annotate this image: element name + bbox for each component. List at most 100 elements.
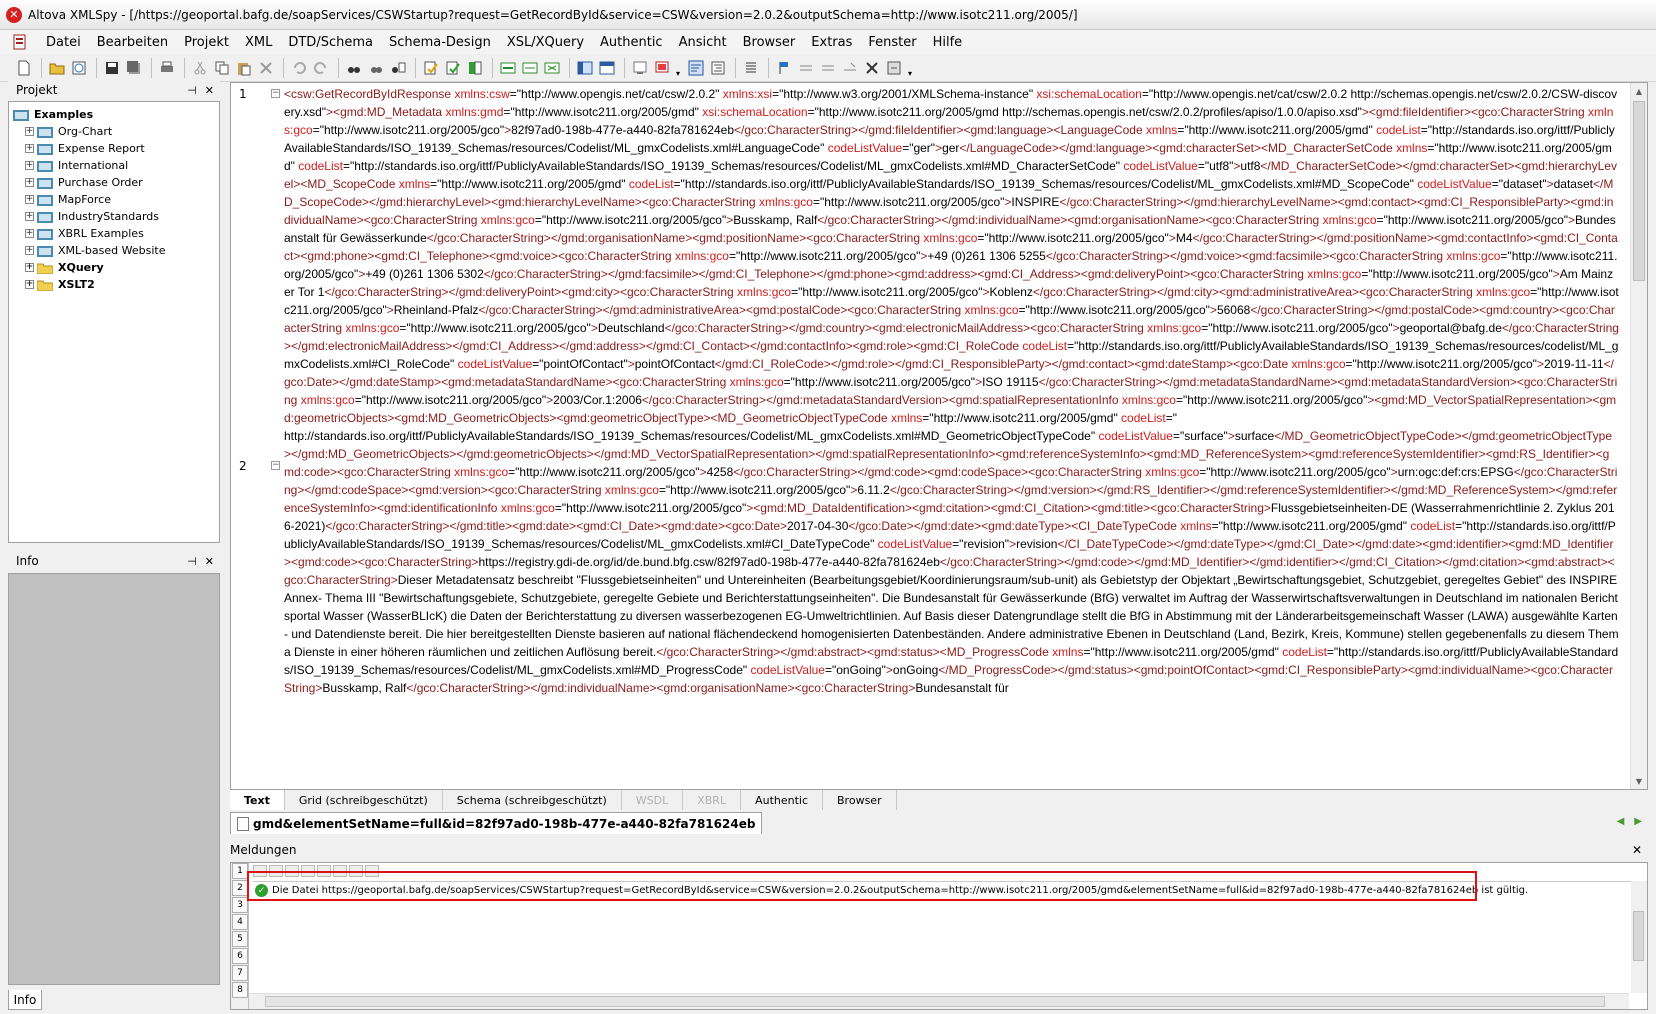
menu-datei[interactable]: Datei bbox=[38, 35, 89, 50]
find-in-files-icon[interactable] bbox=[366, 58, 386, 78]
fold-toggle-icon[interactable]: − bbox=[271, 461, 280, 470]
close-icon[interactable]: ✕ bbox=[205, 555, 214, 568]
menu-xml[interactable]: XML bbox=[237, 35, 280, 50]
find-message-icon[interactable] bbox=[317, 865, 331, 877]
tab-browser[interactable]: Browser bbox=[823, 790, 897, 810]
clear-messages-icon[interactable] bbox=[365, 865, 379, 877]
expand-icon[interactable]: + bbox=[25, 161, 34, 170]
message-tab[interactable]: 7 bbox=[232, 965, 248, 981]
text-view-icon[interactable] bbox=[741, 58, 761, 78]
menu-browser[interactable]: Browser bbox=[735, 35, 804, 50]
xsl-transform-icon[interactable] bbox=[498, 58, 518, 78]
fold-toggle-icon[interactable]: − bbox=[271, 89, 280, 98]
messages-horizontal-scrollbar[interactable] bbox=[249, 993, 1629, 1009]
menu-bearbeiten[interactable]: Bearbeiten bbox=[89, 35, 176, 50]
menu-extras[interactable]: Extras bbox=[803, 35, 860, 50]
tab-scroll-right-icon[interactable]: ▶ bbox=[1634, 816, 1642, 827]
menu-schema-design[interactable]: Schema-Design bbox=[381, 35, 499, 50]
tab-grid[interactable]: Grid (schreibgeschützt) bbox=[285, 790, 443, 810]
expand-icon[interactable]: + bbox=[25, 127, 34, 136]
delete-icon[interactable] bbox=[256, 58, 276, 78]
tree-item[interactable]: + Org-Chart bbox=[13, 123, 219, 140]
validation-message[interactable]: ✓ Die Datei https://geoportal.bafg.de/so… bbox=[253, 881, 1633, 899]
xml-source-code[interactable]: <csw:GetRecordByIdResponse xmlns:csw="ht… bbox=[284, 85, 1619, 697]
copy-all-icon[interactable] bbox=[301, 865, 315, 877]
next-message-icon[interactable] bbox=[269, 865, 283, 877]
tab-text[interactable]: Text bbox=[230, 790, 285, 810]
scroll-thumb[interactable] bbox=[1633, 911, 1644, 961]
tree-item[interactable]: + IndustryStandards bbox=[13, 208, 219, 225]
menu-xsl-xquery[interactable]: XSL/XQuery bbox=[499, 35, 592, 50]
scroll-down-icon[interactable]: ▼ bbox=[1631, 773, 1647, 789]
paste-icon[interactable] bbox=[234, 58, 254, 78]
open-url-icon[interactable] bbox=[69, 58, 89, 78]
tab-scroll-left-icon[interactable]: ◀ bbox=[1617, 816, 1625, 827]
validate-icon[interactable] bbox=[443, 58, 463, 78]
wrap-lines-icon[interactable] bbox=[686, 58, 706, 78]
tab-schema[interactable]: Schema (schreibgeschützt) bbox=[443, 790, 622, 810]
expand-icon[interactable]: + bbox=[25, 195, 34, 204]
layout-icon[interactable] bbox=[575, 58, 595, 78]
next-bookmark-icon[interactable] bbox=[796, 58, 816, 78]
tree-item[interactable]: + XQuery bbox=[13, 259, 219, 276]
prev-message-icon[interactable] bbox=[253, 865, 267, 877]
bookmark-icon[interactable] bbox=[774, 58, 794, 78]
pin-icon[interactable]: ⊣ bbox=[187, 555, 197, 568]
replace-icon[interactable] bbox=[388, 58, 408, 78]
editor-vertical-scrollbar[interactable]: ▲ ▼ bbox=[1630, 83, 1647, 789]
toolbar-dropdown-icon[interactable]: ▾ bbox=[674, 58, 682, 78]
menu-dtd-schema[interactable]: DTD/Schema bbox=[280, 35, 381, 50]
menu-ansicht[interactable]: Ansicht bbox=[671, 35, 735, 50]
message-tab[interactable]: 5 bbox=[232, 931, 248, 947]
new-file-icon[interactable] bbox=[14, 58, 34, 78]
tree-item[interactable]: + MapForce bbox=[13, 191, 219, 208]
menu-projekt[interactable]: Projekt bbox=[176, 35, 237, 50]
find-next-icon[interactable] bbox=[333, 865, 347, 877]
tree-item[interactable]: + Purchase Order bbox=[13, 174, 219, 191]
menu-fenster[interactable]: Fenster bbox=[860, 35, 924, 50]
expand-icon[interactable]: + bbox=[25, 263, 34, 272]
scroll-thumb[interactable] bbox=[265, 996, 1605, 1007]
message-tab[interactable]: 3 bbox=[232, 897, 248, 913]
copy-message-icon[interactable] bbox=[285, 865, 299, 877]
close-icon[interactable]: ✕ bbox=[205, 84, 214, 97]
pretty-print-icon[interactable] bbox=[708, 58, 728, 78]
scroll-thumb[interactable] bbox=[1633, 101, 1645, 281]
print-icon[interactable] bbox=[157, 58, 177, 78]
message-tab[interactable]: 1 bbox=[232, 863, 248, 879]
message-tab[interactable]: 2 bbox=[232, 880, 248, 896]
tree-item[interactable]: + XBRL Examples bbox=[13, 225, 219, 242]
find-prev-icon[interactable] bbox=[349, 865, 363, 877]
messages-vertical-scrollbar[interactable] bbox=[1631, 881, 1647, 993]
xsl-fo-icon[interactable] bbox=[520, 58, 540, 78]
save-icon[interactable] bbox=[102, 58, 122, 78]
find-icon[interactable] bbox=[344, 58, 364, 78]
debug-icon[interactable] bbox=[862, 58, 882, 78]
expand-icon[interactable]: + bbox=[25, 144, 34, 153]
expand-icon[interactable]: + bbox=[25, 229, 34, 238]
expand-icon[interactable]: + bbox=[25, 246, 34, 255]
expand-icon[interactable]: + bbox=[25, 178, 34, 187]
tree-root[interactable]: Examples bbox=[13, 106, 219, 123]
message-tab[interactable]: 4 bbox=[232, 914, 248, 930]
menu-authentic[interactable]: Authentic bbox=[592, 35, 671, 50]
window-split-icon[interactable] bbox=[597, 58, 617, 78]
tree-item[interactable]: + XML-based Website bbox=[13, 242, 219, 259]
tree-item[interactable]: + International bbox=[13, 157, 219, 174]
open-folder-icon[interactable] bbox=[47, 58, 67, 78]
schema-view-icon[interactable] bbox=[652, 58, 672, 78]
menu-hilfe[interactable]: Hilfe bbox=[925, 35, 971, 50]
prev-bookmark-icon[interactable] bbox=[818, 58, 838, 78]
message-tab[interactable]: 8 bbox=[232, 982, 248, 998]
redo-icon[interactable] bbox=[311, 58, 331, 78]
toolbar-dropdown-icon[interactable]: ▾ bbox=[906, 58, 914, 78]
pin-icon[interactable]: ⊣ bbox=[187, 84, 197, 97]
close-icon[interactable]: ✕ bbox=[1632, 843, 1642, 857]
assign-schema-icon[interactable] bbox=[465, 58, 485, 78]
file-tab[interactable]: gmd&elementSetName=full&id=82f97ad0-198b… bbox=[230, 812, 763, 834]
document-icon[interactable] bbox=[10, 33, 30, 51]
browser-view-icon[interactable] bbox=[630, 58, 650, 78]
info-bottom-tab[interactable]: Info bbox=[8, 990, 42, 1010]
undo-icon[interactable] bbox=[289, 58, 309, 78]
expand-icon[interactable]: + bbox=[25, 280, 34, 289]
